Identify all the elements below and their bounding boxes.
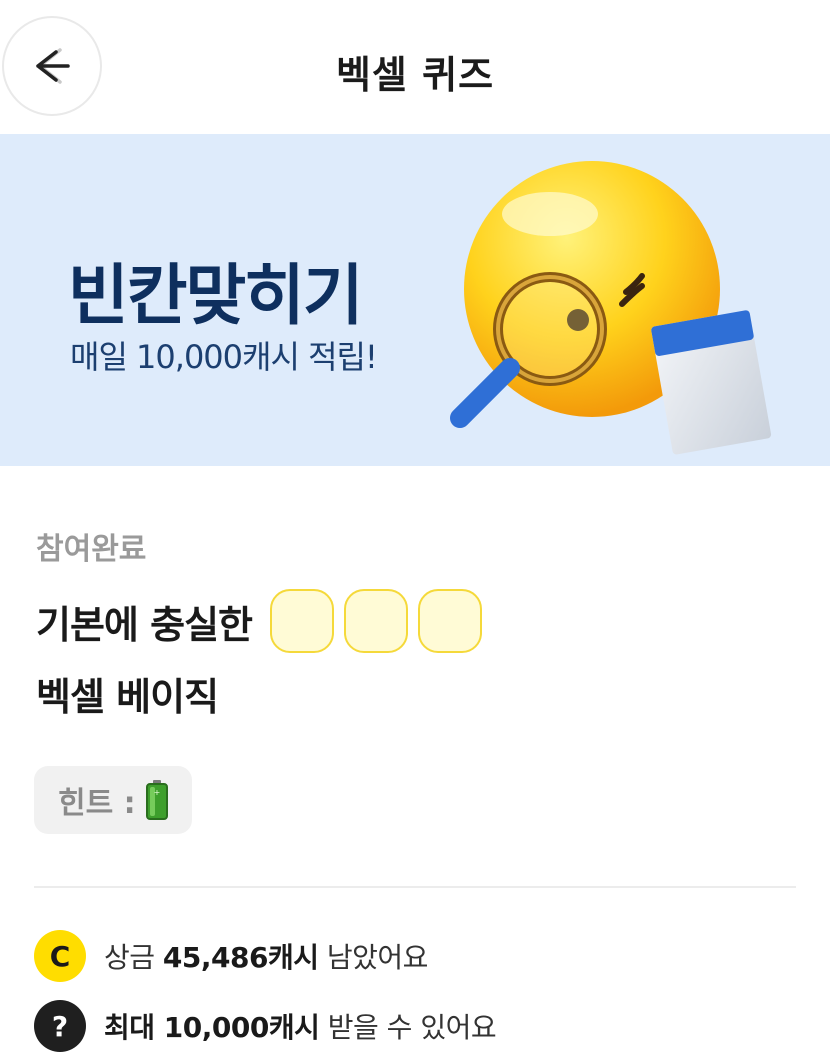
magnifier-emoji-illustration: [450, 161, 772, 455]
quiz-text-part2: 벡셀 베이직: [36, 675, 219, 719]
question-icon: ?: [34, 1000, 86, 1052]
banner-title: 빈칸맞히기: [68, 257, 364, 334]
battery-icon: +: [145, 780, 168, 820]
hint-chip[interactable]: 힌트 : +: [34, 766, 192, 834]
banner-subtitle: 매일 10,000캐시 적립!: [70, 338, 378, 376]
hint-label: 힌트 :: [58, 786, 136, 821]
svg-text:+: +: [153, 788, 160, 797]
answer-blank-3[interactable]: [418, 589, 482, 653]
prize-amount: 45,486캐시: [162, 941, 319, 974]
section-divider: [34, 886, 796, 888]
quiz-banner: 빈칸맞히기 매일 10,000캐시 적립!: [0, 134, 830, 466]
max-reward-amount: 최대 10,000캐시: [104, 1011, 320, 1044]
max-reward-text: 최대 10,000캐시 받을 수 있어요: [104, 1011, 497, 1044]
coin-icon: C: [34, 930, 86, 982]
participation-status: 참여완료: [36, 532, 147, 567]
answer-blank-2[interactable]: [344, 589, 408, 653]
max-reward-row: ? 최대 10,000캐시 받을 수 있어요: [34, 1000, 497, 1052]
quiz-text-part1: 기본에 충실한: [36, 602, 253, 647]
prize-remaining-text: 상금 45,486캐시 남았어요: [104, 941, 428, 974]
answer-blanks: [270, 589, 482, 653]
page-title: 벡셀 퀴즈: [335, 53, 495, 97]
app-header: 벡셀 퀴즈: [0, 0, 830, 134]
prize-info-row: C 상금 45,486캐시 남았어요: [34, 930, 428, 982]
quiz-question-line1: 기본에 충실한: [36, 588, 482, 654]
answer-blank-1[interactable]: [270, 589, 334, 653]
